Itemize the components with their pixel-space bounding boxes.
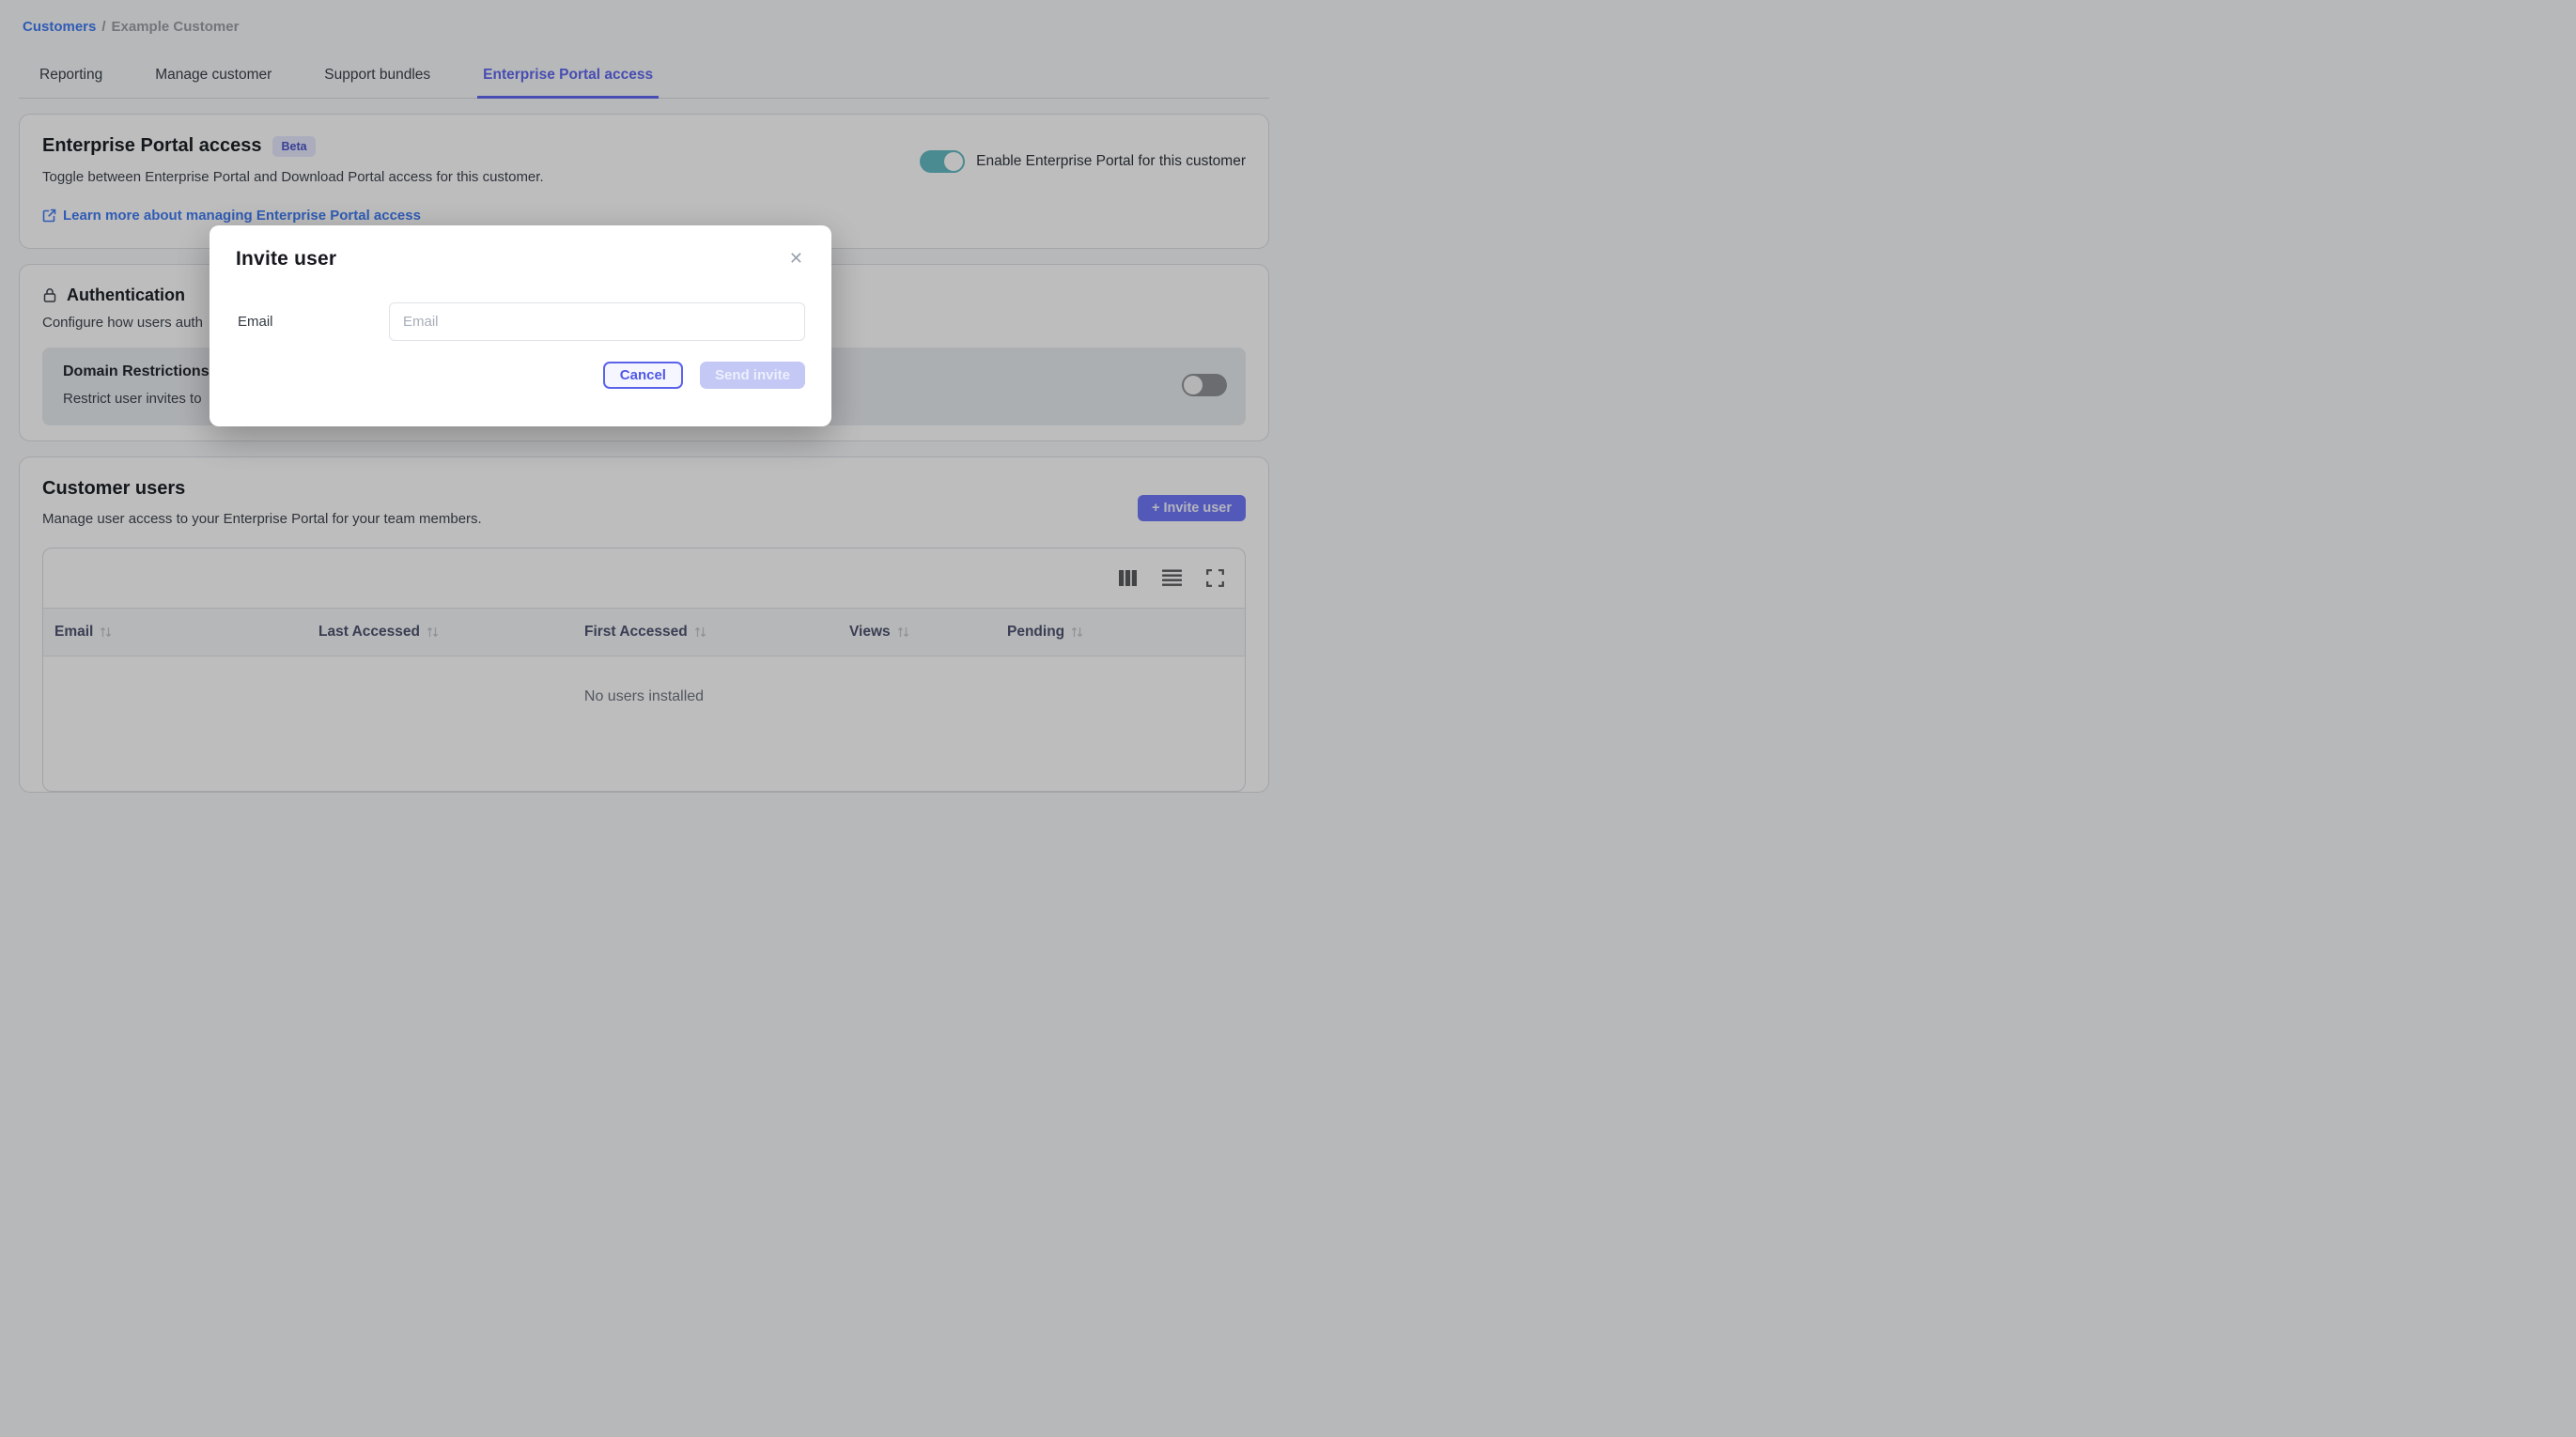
modal-title: Invite user: [236, 248, 336, 270]
modal-header: Invite user ✕: [236, 248, 805, 270]
email-field-label: Email: [236, 314, 389, 330]
modal-overlay[interactable]: [0, 0, 2576, 1437]
email-input[interactable]: [389, 302, 805, 341]
send-invite-button[interactable]: Send invite: [700, 362, 805, 389]
modal-footer: Cancel Send invite: [236, 362, 805, 389]
cancel-button[interactable]: Cancel: [603, 362, 683, 389]
close-icon[interactable]: ✕: [787, 248, 805, 269]
invite-user-modal: Invite user ✕ Email Cancel Send invite: [209, 225, 831, 426]
email-field-row: Email: [236, 302, 805, 341]
